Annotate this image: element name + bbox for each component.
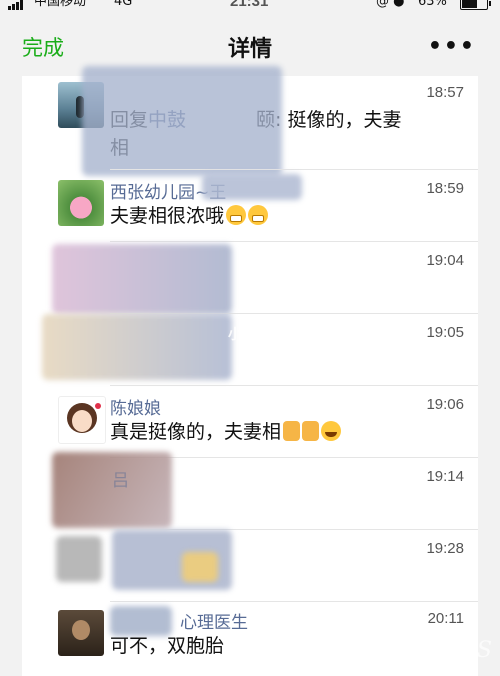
list-item[interactable]: 吕 19:14 — [22, 452, 478, 530]
portrait-avatar[interactable] — [58, 610, 104, 656]
more-dots-icon[interactable]: ••• — [428, 34, 476, 59]
redaction-scribble — [82, 66, 282, 176]
comment-time: 19:06 — [426, 396, 464, 413]
cartoon-girl-avatar[interactable] — [58, 396, 106, 444]
list-item[interactable]: 18:57 回复中鼓颐: 挺像的，夫妻 相 — [22, 66, 478, 176]
commenter-name[interactable]: 吕 — [112, 466, 129, 491]
watermark-text: 小红书 — [228, 327, 270, 343]
clock: 21:31 — [230, 0, 269, 10]
comment-text: 真是挺像的，夫妻相 — [110, 418, 410, 446]
location-alarm-icons: @ ● — [376, 0, 405, 9]
commenter-name[interactable]: 心理医生 — [180, 608, 248, 633]
battery-percent: 63% — [418, 0, 447, 9]
blurred-avatar — [56, 536, 102, 582]
list-item[interactable]: 陈娘娘 19:06 真是挺像的，夫妻相 — [22, 386, 478, 458]
joy-emoji-icon — [321, 421, 342, 441]
list-item[interactable]: 小红书 19:05 — [22, 314, 478, 386]
comment-time: 19:05 — [426, 324, 464, 341]
comment-text: 夫妻相很浓哦 — [110, 202, 410, 230]
lotus-avatar[interactable] — [58, 180, 104, 226]
comment-time: 18:57 — [426, 84, 464, 101]
status-bar: 中国移动 4G 21:31 @ ● 63% — [0, 0, 500, 14]
list-item[interactable]: 19:28 — [22, 530, 478, 602]
comment-list: 18:57 回复中鼓颐: 挺像的，夫妻 相 西张幼儿园~王 18:59 夫妻相很… — [22, 66, 478, 676]
comment-time: 19:28 — [426, 540, 464, 557]
grin-emoji-icon — [248, 205, 269, 225]
thumbs-up-emoji-icon — [283, 421, 301, 441]
blurred-avatar — [42, 314, 232, 380]
list-item[interactable]: 19:04 — [22, 242, 478, 314]
network-label: 4G — [114, 0, 133, 9]
page-title: 详情 — [227, 37, 272, 62]
comment-time: 19:04 — [426, 252, 464, 269]
redaction-scribble — [182, 552, 218, 582]
watermark-signature: H..S — [443, 638, 492, 663]
thumbs-up-emoji-icon — [302, 421, 320, 441]
signal-icon — [8, 0, 24, 10]
list-item[interactable]: 西张幼儿园~王 18:59 夫妻相很浓哦 — [22, 170, 478, 242]
comment-time: 18:59 — [426, 180, 464, 197]
comment-time: 20:11 — [427, 610, 464, 627]
commenter-name[interactable]: 陈娘娘 — [110, 394, 161, 419]
grin-emoji-icon — [226, 205, 247, 225]
blurred-avatar — [52, 244, 232, 314]
comment-time: 19:14 — [426, 468, 464, 485]
list-item[interactable]: 心理医生 20:11 可不，双胞胎 — [22, 602, 478, 676]
battery-icon — [460, 0, 491, 10]
redaction-scribble — [202, 174, 302, 200]
comment-text: 可不，双胞胎 — [110, 635, 225, 657]
carrier-label: 中国移动 — [34, 0, 87, 9]
